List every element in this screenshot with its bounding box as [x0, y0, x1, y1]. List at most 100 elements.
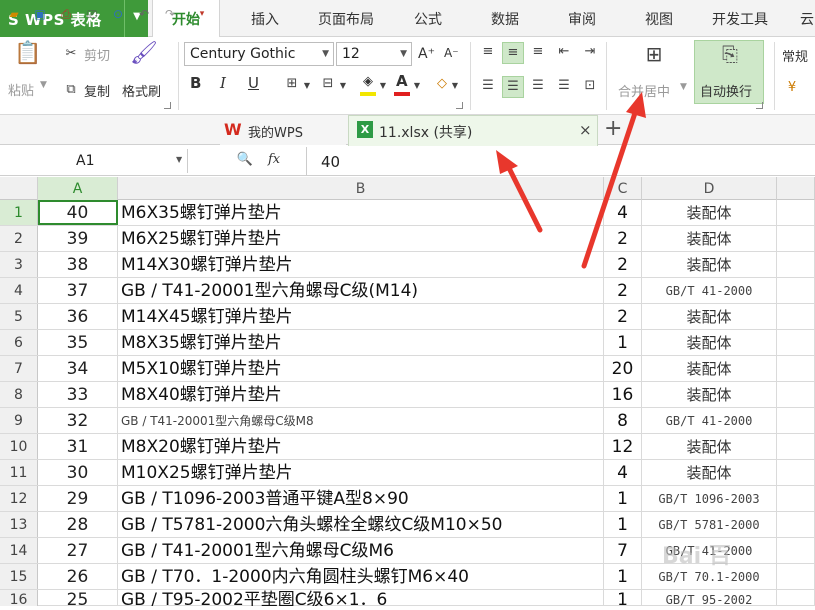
cell-a[interactable]: 32: [38, 408, 118, 433]
chevron-down-icon[interactable]: ▼: [450, 76, 460, 96]
font-shrink-button[interactable]: A⁻: [444, 46, 459, 60]
cell-c[interactable]: 2: [604, 252, 642, 277]
function-button[interactable]: fx: [268, 152, 280, 167]
cell-a[interactable]: 31: [38, 434, 118, 459]
underline-button[interactable]: U: [248, 74, 259, 92]
cell-b[interactable]: GB / T95-2002平垫圈C级6×1．6: [118, 590, 604, 606]
tab-insert[interactable]: 插入: [232, 0, 298, 37]
tab-page-layout[interactable]: 页面布局: [306, 0, 386, 37]
cell-b[interactable]: M14X45螺钉弹片垫片: [118, 304, 604, 329]
row-header[interactable]: 14: [0, 538, 38, 563]
cell-e[interactable]: [777, 486, 815, 511]
cell-a[interactable]: 27: [38, 538, 118, 563]
cell-d[interactable]: 装配体: [642, 252, 777, 277]
align-bottom-icon[interactable]: ≡: [528, 42, 548, 62]
cell-b[interactable]: GB / T5781-2000六角头螺栓全螺纹C级M10×50: [118, 512, 604, 537]
tab-cloud[interactable]: 云: [792, 0, 815, 37]
row-header[interactable]: 5: [0, 304, 38, 329]
chevron-down-icon[interactable]: ▼: [412, 76, 422, 96]
cell-e[interactable]: [777, 434, 815, 459]
cell-a[interactable]: 28: [38, 512, 118, 537]
customize-quickbar-icon[interactable]: ▾: [194, 6, 210, 22]
cell-c[interactable]: 1: [604, 564, 642, 589]
justify-icon[interactable]: ☰: [554, 76, 574, 96]
row-header[interactable]: 2: [0, 226, 38, 251]
alignment-launcher-icon[interactable]: [756, 102, 763, 109]
cell-d[interactable]: 装配体: [642, 304, 777, 329]
doc-tab-file[interactable]: X 11.xlsx (共享) ×: [348, 115, 598, 146]
print-preview-icon[interactable]: ⊙: [110, 6, 126, 22]
formula-input[interactable]: 40: [306, 147, 815, 175]
cell-c[interactable]: 8: [604, 408, 642, 433]
borders-icon[interactable]: ⊞: [282, 74, 302, 94]
cell-e[interactable]: [777, 512, 815, 537]
chevron-down-icon[interactable]: ▼: [680, 82, 687, 92]
cell-a[interactable]: 26: [38, 564, 118, 589]
cell-e[interactable]: [777, 330, 815, 355]
cell-e[interactable]: [777, 460, 815, 485]
name-box[interactable]: A1 ▼: [0, 149, 188, 173]
cell-b[interactable]: M6X35螺钉弹片垫片: [118, 200, 604, 225]
cell-d[interactable]: GB/T 5781-2000: [642, 512, 777, 537]
cell-e[interactable]: [777, 252, 815, 277]
copy-icon[interactable]: ⧉: [62, 80, 80, 100]
italic-button[interactable]: I: [220, 74, 226, 92]
cell-a[interactable]: 36: [38, 304, 118, 329]
cell-c[interactable]: 1: [604, 486, 642, 511]
cell-e[interactable]: [777, 278, 815, 303]
cell-d[interactable]: GB/T 95-2002: [642, 590, 777, 606]
export-pdf-icon[interactable]: ⎙: [58, 6, 74, 22]
tab-data[interactable]: 数据: [475, 0, 535, 37]
chevron-down-icon[interactable]: ▼: [302, 76, 312, 96]
column-header-e[interactable]: [777, 177, 815, 200]
zoom-search-icon[interactable]: 🔍: [236, 150, 254, 170]
print-icon[interactable]: ⎚: [84, 6, 100, 22]
column-header-d[interactable]: D: [642, 177, 777, 200]
cell-c[interactable]: 2: [604, 278, 642, 303]
cell-a[interactable]: 33: [38, 382, 118, 407]
cell-a[interactable]: 35: [38, 330, 118, 355]
font-launcher-icon[interactable]: [456, 102, 463, 109]
save-icon[interactable]: ▣: [32, 6, 48, 22]
cell-b[interactable]: GB / T41-20001型六角螺母C级M8: [118, 408, 604, 433]
font-size-select[interactable]: 12 ▼: [336, 42, 412, 66]
format-painter-icon[interactable]: 🖌: [130, 43, 158, 72]
format-painter-button[interactable]: 格式刷: [122, 81, 161, 100]
row-header[interactable]: 16: [0, 590, 38, 608]
cell-b[interactable]: GB / T70．1-2000内六角圆柱头螺钉M6×40: [118, 564, 604, 589]
cell-a[interactable]: 34: [38, 356, 118, 381]
paste-icon[interactable]: 📋: [12, 43, 44, 72]
cell-b[interactable]: GB / T41-20001型六角螺母C级(M14): [118, 278, 604, 303]
cell-d[interactable]: GB/T 41-2000: [642, 408, 777, 433]
cell-b[interactable]: M8X40螺钉弹片垫片: [118, 382, 604, 407]
currency-icon[interactable]: ¥: [782, 78, 802, 98]
cell-d[interactable]: 装配体: [642, 356, 777, 381]
align-top-icon[interactable]: ≡: [478, 42, 498, 62]
tab-view[interactable]: 视图: [629, 0, 689, 37]
row-header[interactable]: 15: [0, 564, 38, 589]
row-header[interactable]: 9: [0, 408, 38, 433]
align-center-icon[interactable]: ☰: [502, 76, 524, 98]
cell-c[interactable]: 1: [604, 512, 642, 537]
cell-e[interactable]: [777, 200, 815, 225]
cell-d[interactable]: 装配体: [642, 434, 777, 459]
cell-e[interactable]: [777, 538, 815, 563]
tab-formulas[interactable]: 公式: [398, 0, 458, 37]
column-header-a[interactable]: A: [38, 177, 118, 200]
font-color-icon[interactable]: A: [396, 72, 408, 90]
bold-button[interactable]: B: [190, 74, 201, 92]
cell-d[interactable]: 装配体: [642, 460, 777, 485]
cell-e[interactable]: [777, 356, 815, 381]
doc-tab-my-wps[interactable]: W 我的WPS: [220, 115, 346, 145]
cut-button[interactable]: 剪切: [84, 45, 110, 64]
row-header[interactable]: 4: [0, 278, 38, 303]
cell-c[interactable]: 20: [604, 356, 642, 381]
row-header[interactable]: 6: [0, 330, 38, 355]
redo-icon[interactable]: ↷: [162, 6, 178, 22]
cell-e[interactable]: [777, 564, 815, 589]
font-grow-button[interactable]: A⁺: [418, 46, 435, 62]
cell-e[interactable]: [777, 304, 815, 329]
row-header[interactable]: 12: [0, 486, 38, 511]
cell-c[interactable]: 7: [604, 538, 642, 563]
cell-c[interactable]: 12: [604, 434, 642, 459]
